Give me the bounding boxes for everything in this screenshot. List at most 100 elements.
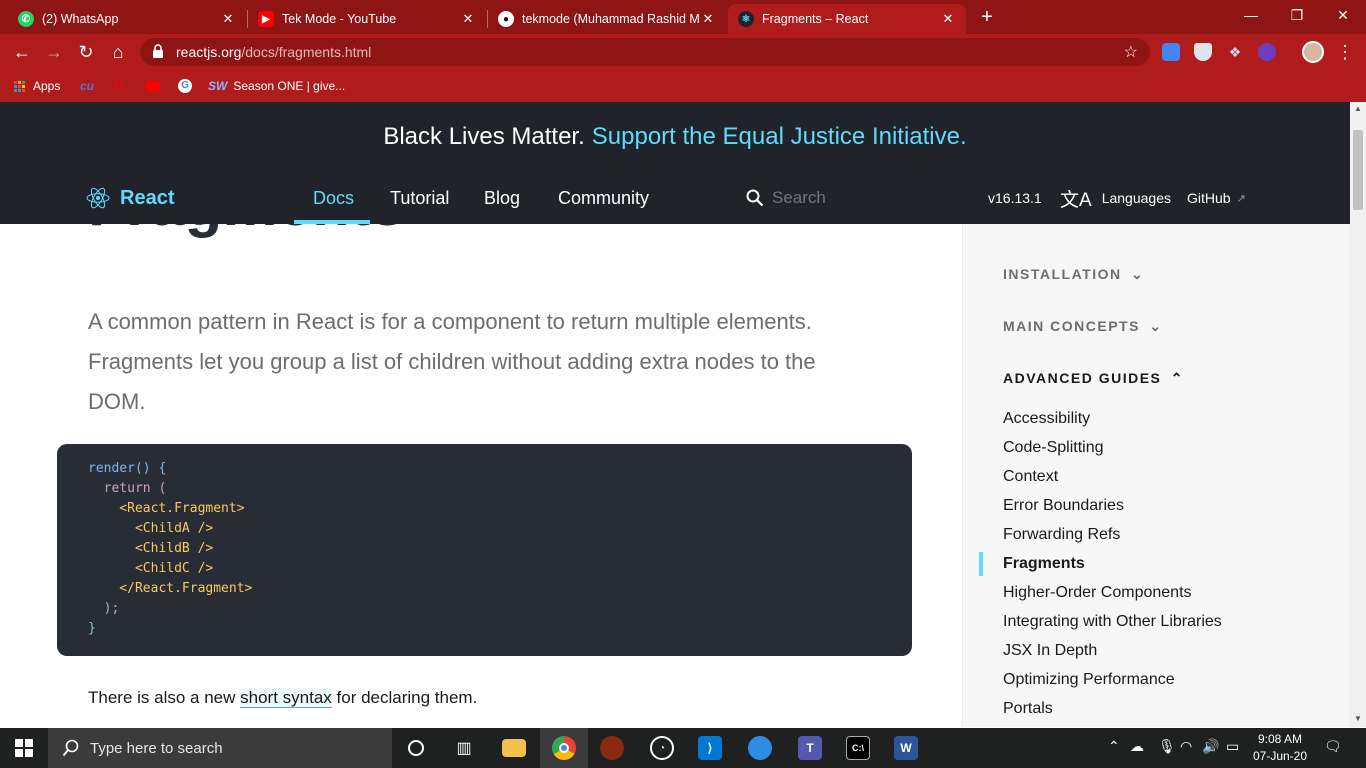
- dropbox-extension-icon[interactable]: ❖: [1226, 43, 1244, 61]
- file-explorer-icon[interactable]: [490, 728, 538, 768]
- tab-github[interactable]: ● tekmode (Muhammad Rashid Mu ✕: [488, 4, 726, 34]
- sidebar-item-context[interactable]: Context: [1003, 468, 1058, 486]
- docs-search[interactable]: [746, 172, 946, 224]
- microphone-icon[interactable]: 🎙: [1158, 738, 1176, 755]
- google-bookmark-icon[interactable]: G: [178, 76, 192, 96]
- taskbar-search-placeholder: Type here to search: [90, 739, 223, 757]
- chevron-up-icon: ⌃: [1170, 370, 1184, 386]
- section-label: MAIN CONCEPTS: [1003, 318, 1140, 334]
- section-installation[interactable]: INSTALLATION ⌄: [1003, 266, 1144, 283]
- teams-icon[interactable]: T: [786, 728, 834, 768]
- chevron-up-icon[interactable]: ⌃: [1108, 738, 1120, 755]
- section-main-concepts[interactable]: MAIN CONCEPTS ⌄: [1003, 318, 1163, 335]
- active-nav-indicator: [294, 220, 370, 224]
- new-tab-button[interactable]: +: [976, 6, 998, 28]
- menu-kebab-icon[interactable]: ⋮: [1336, 42, 1354, 63]
- react-icon: ⚛: [738, 11, 754, 27]
- sidebar-item-forwarding-refs[interactable]: Forwarding Refs: [1003, 526, 1120, 544]
- chrome-taskbar-icon[interactable]: [540, 728, 588, 768]
- search-input[interactable]: [772, 188, 932, 208]
- windows-start-icon[interactable]: [0, 728, 48, 768]
- netflix-bookmark-icon[interactable]: N: [114, 76, 123, 96]
- close-icon[interactable]: ✕: [220, 11, 236, 27]
- code-line-6: <ChildC />: [88, 561, 214, 576]
- tab-title: Fragments – React: [762, 12, 869, 26]
- languages-link[interactable]: 文A Languages: [1060, 172, 1171, 224]
- scrollbar-thumb[interactable]: [1353, 130, 1363, 210]
- feedback-app-icon[interactable]: [736, 728, 784, 768]
- outro-text: There is also a new: [88, 688, 241, 707]
- youtube-bookmark-icon[interactable]: [146, 76, 160, 96]
- notifications-icon[interactable]: 🗨: [1324, 738, 1342, 755]
- game-app-icon[interactable]: [588, 728, 636, 768]
- shield-extension-icon[interactable]: [1194, 43, 1212, 61]
- url-host: reactjs.org: [176, 44, 242, 60]
- speedometer-icon[interactable]: ◔: [638, 728, 686, 768]
- cortana-icon[interactable]: [392, 728, 440, 768]
- reload-icon[interactable]: ↻: [74, 40, 98, 64]
- forward-arrow-icon[interactable]: →: [42, 40, 66, 64]
- taskbar-search[interactable]: Type here to search: [48, 728, 392, 768]
- nav-docs[interactable]: Docs: [313, 172, 354, 224]
- back-arrow-icon[interactable]: ←: [10, 40, 34, 64]
- code-line-4: <ChildA />: [88, 521, 214, 536]
- nav-community[interactable]: Community: [558, 172, 649, 224]
- word-icon[interactable]: W: [882, 728, 930, 768]
- sidebar-item-integrating[interactable]: Integrating with Other Libraries: [1003, 613, 1222, 631]
- sidebar-item-code-splitting[interactable]: Code-Splitting: [1003, 439, 1104, 457]
- tab-whatsapp[interactable]: ✆ (2) WhatsApp ✕: [8, 4, 246, 34]
- nav-blog[interactable]: Blog: [484, 172, 520, 224]
- sidebar-item-fragments[interactable]: Fragments: [1003, 555, 1085, 573]
- react-logo-link[interactable]: React: [86, 172, 174, 224]
- scroll-down-icon[interactable]: ▼: [1354, 714, 1362, 723]
- vscode-icon[interactable]: ⟩: [686, 728, 734, 768]
- sidebar-item-portals[interactable]: Portals: [1003, 700, 1053, 718]
- close-icon[interactable]: ✕: [460, 11, 476, 27]
- translate-extension-icon[interactable]: [1162, 43, 1180, 61]
- tab-youtube[interactable]: ▶ Tek Mode - YouTube ✕: [248, 4, 486, 34]
- address-bar[interactable]: reactjs.org/docs/fragments.html ☆: [140, 38, 1150, 66]
- windows-taskbar: Type here to search ▥ ◔ ⟩ T C:\ W ⌃ ☁ 🎙 …: [0, 728, 1366, 768]
- announcement-banner: Black Lives Matter. Support the Equal Ju…: [0, 102, 1350, 172]
- circle-extension-icon[interactable]: [1258, 43, 1276, 61]
- wifi-icon[interactable]: ◠: [1180, 738, 1192, 755]
- task-view-icon[interactable]: ▥: [440, 728, 488, 768]
- code-text: render() { return ( <React.Fragment> <Ch…: [88, 459, 252, 639]
- sidebar-item-accessibility[interactable]: Accessibility: [1003, 410, 1090, 428]
- onedrive-icon[interactable]: ☁: [1130, 738, 1144, 755]
- avatar[interactable]: [1302, 41, 1324, 63]
- volume-icon[interactable]: 🔊: [1202, 738, 1219, 755]
- cu-bookmark-icon[interactable]: cu: [80, 76, 94, 96]
- sw-bookmark-icon: SW: [208, 79, 228, 93]
- lock-icon: [152, 43, 166, 61]
- sidebar-item-optimizing-performance[interactable]: Optimizing Performance: [1003, 671, 1175, 689]
- bookmark-apps[interactable]: Apps: [14, 76, 60, 96]
- close-icon[interactable]: ✕: [700, 11, 716, 27]
- battery-icon[interactable]: ▭: [1226, 738, 1239, 755]
- minimize-button[interactable]: —: [1228, 0, 1274, 30]
- banner-link[interactable]: Support the Equal Justice Initiative.: [592, 123, 967, 151]
- version-link[interactable]: v16.13.1: [988, 172, 1042, 224]
- sidebar-item-error-boundaries[interactable]: Error Boundaries: [1003, 497, 1124, 515]
- outro-paragraph: There is also a new short syntax for dec…: [88, 688, 477, 708]
- restore-button[interactable]: ❐: [1274, 0, 1320, 30]
- tab-react-fragments[interactable]: ⚛ Fragments – React ✕: [728, 4, 966, 34]
- bookmark-star-icon[interactable]: ☆: [1124, 42, 1138, 62]
- react-logo-icon: [86, 187, 110, 209]
- terminal-icon[interactable]: C:\: [834, 728, 882, 768]
- close-window-button[interactable]: ✕: [1320, 0, 1366, 30]
- sidebar-item-jsx-in-depth[interactable]: JSX In Depth: [1003, 642, 1097, 660]
- bookmark-season-one[interactable]: SW Season ONE | give...: [208, 76, 345, 96]
- short-syntax-link[interactable]: short syntax: [240, 688, 332, 708]
- home-icon[interactable]: ⌂: [106, 40, 130, 64]
- taskbar-clock[interactable]: 9:08 AM 07-Jun-20: [1248, 731, 1312, 765]
- page-scrollbar[interactable]: ▲ ▼: [1350, 102, 1366, 727]
- scroll-up-icon[interactable]: ▲: [1354, 104, 1362, 113]
- section-advanced-guides[interactable]: ADVANCED GUIDES ⌃: [1003, 370, 1184, 387]
- external-link-icon: ↗: [1236, 192, 1246, 205]
- close-icon[interactable]: ✕: [940, 11, 956, 27]
- sidebar-item-higher-order-components[interactable]: Higher-Order Components: [1003, 584, 1192, 602]
- code-block: render() { return ( <React.Fragment> <Ch…: [57, 444, 912, 656]
- nav-tutorial[interactable]: Tutorial: [390, 172, 449, 224]
- github-link[interactable]: GitHub ↗: [1187, 172, 1246, 224]
